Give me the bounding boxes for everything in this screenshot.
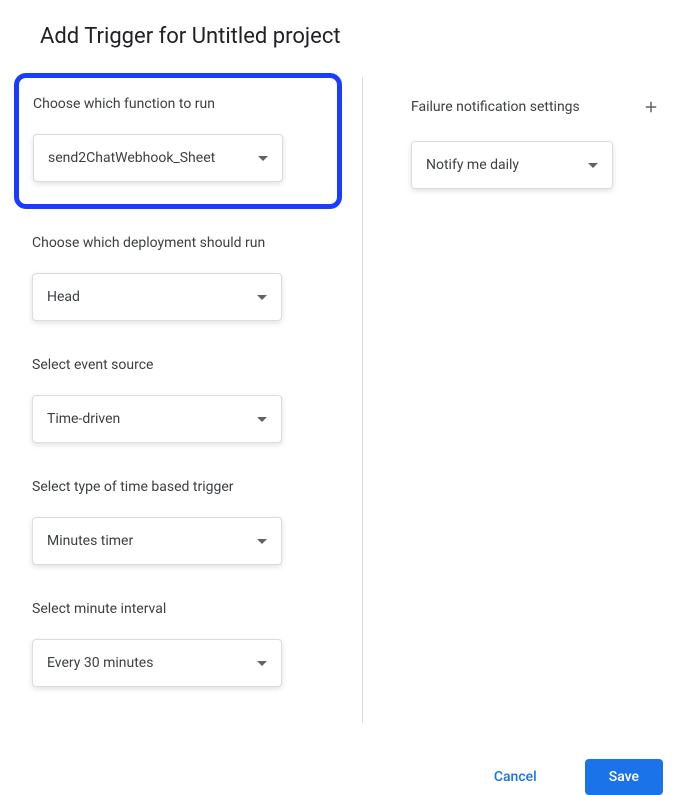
- event-source-value: Time-driven: [47, 411, 120, 427]
- minute-interval-value: Every 30 minutes: [47, 655, 153, 671]
- event-source-dropdown[interactable]: Time-driven: [32, 395, 282, 443]
- dialog-footer: Cancel Save: [0, 747, 695, 795]
- chevron-down-icon: [257, 539, 267, 544]
- save-button[interactable]: Save: [585, 759, 663, 795]
- right-column: Failure notification settings Notify me …: [362, 77, 663, 723]
- minute-interval-dropdown[interactable]: Every 30 minutes: [32, 639, 282, 687]
- event-source-group: Select event source Time-driven: [32, 357, 338, 443]
- failure-notification-dropdown[interactable]: Notify me daily: [411, 141, 613, 189]
- cancel-button[interactable]: Cancel: [470, 759, 561, 795]
- function-to-run-label: Choose which function to run: [33, 96, 323, 112]
- trigger-type-dropdown[interactable]: Minutes timer: [32, 517, 282, 565]
- deployment-dropdown[interactable]: Head: [32, 273, 282, 321]
- failure-notification-label: Failure notification settings: [411, 99, 580, 115]
- left-column: Choose which function to run send2ChatWe…: [32, 77, 362, 723]
- dialog-content: Choose which function to run send2ChatWe…: [32, 77, 663, 723]
- deployment-value: Head: [47, 289, 80, 305]
- dialog-title: Add Trigger for Untitled project: [32, 24, 663, 49]
- chevron-down-icon: [257, 295, 267, 300]
- deployment-group: Choose which deployment should run Head: [32, 235, 338, 321]
- minute-interval-group: Select minute interval Every 30 minutes: [32, 601, 338, 687]
- plus-icon: [642, 98, 660, 116]
- function-to-run-dropdown[interactable]: send2ChatWebhook_Sheet: [33, 134, 283, 182]
- trigger-type-group: Select type of time based trigger Minute…: [32, 479, 338, 565]
- chevron-down-icon: [257, 417, 267, 422]
- trigger-type-value: Minutes timer: [47, 533, 133, 549]
- add-trigger-dialog: Add Trigger for Untitled project Choose …: [0, 0, 695, 747]
- function-to-run-value: send2ChatWebhook_Sheet: [48, 150, 215, 166]
- chevron-down-icon: [257, 661, 267, 666]
- failure-notification-value: Notify me daily: [426, 157, 519, 173]
- trigger-type-label: Select type of time based trigger: [32, 479, 338, 495]
- chevron-down-icon: [258, 156, 268, 161]
- failure-notification-header: Failure notification settings: [411, 77, 663, 119]
- chevron-down-icon: [588, 163, 598, 168]
- minute-interval-label: Select minute interval: [32, 601, 338, 617]
- event-source-label: Select event source: [32, 357, 338, 373]
- add-notification-button[interactable]: [639, 95, 663, 119]
- function-to-run-group: Choose which function to run send2ChatWe…: [14, 73, 342, 209]
- deployment-label: Choose which deployment should run: [32, 235, 338, 251]
